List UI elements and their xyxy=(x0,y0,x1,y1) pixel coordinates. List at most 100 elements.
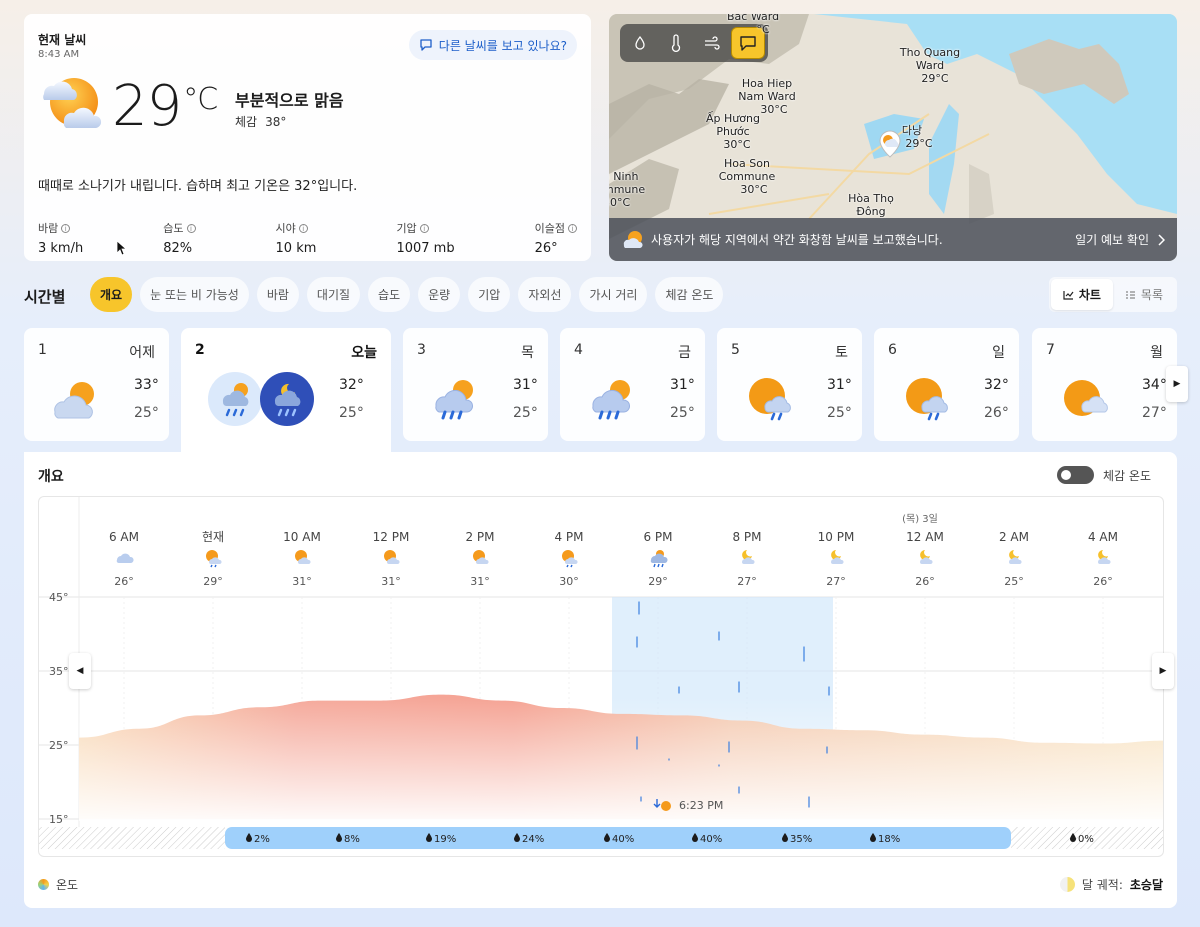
day-low: 25° xyxy=(339,405,364,421)
hour-temp: 26° xyxy=(1093,575,1113,588)
day-card[interactable]: 3 목 31° 25° xyxy=(403,328,548,441)
hour-temp: 29° xyxy=(648,575,668,588)
tab-wind[interactable]: 바람 xyxy=(256,277,299,312)
day-low: 25° xyxy=(134,405,159,421)
day-number: 4 xyxy=(574,342,583,358)
info-icon[interactable]: i xyxy=(186,223,196,233)
cloud-shape xyxy=(650,553,668,564)
chat-bubble-icon xyxy=(420,39,432,51)
moon-icon xyxy=(1059,877,1075,892)
location-pin-icon[interactable] xyxy=(875,129,905,159)
tab-humidity[interactable]: 습도 xyxy=(368,277,411,312)
current-temperature: 29 °C xyxy=(112,74,218,139)
rain-shape xyxy=(210,564,217,568)
map-place-label[interactable]: Bac Ward °C xyxy=(727,14,779,36)
day-low: 26° xyxy=(984,405,1009,421)
hour-temp: 31° xyxy=(381,575,401,588)
chart-prev-button[interactable]: ◀ xyxy=(69,653,91,689)
hour-label: 현재 xyxy=(202,530,224,544)
stat-label: 습도 xyxy=(163,222,184,235)
feels-like-toggle[interactable]: 체감 온도 xyxy=(1057,466,1151,484)
stat-visibility[interactable]: 시야 i 10 km xyxy=(276,220,317,256)
map-place-label[interactable]: Hòa Thọ Đông xyxy=(841,192,901,218)
day-high: 32° xyxy=(984,377,1009,393)
y-axis-ticks: 45° 35° 25° 15° xyxy=(49,591,69,826)
info-icon[interactable]: i xyxy=(419,223,429,233)
chart-icon xyxy=(1063,290,1074,300)
day-card[interactable]: 5 토 31° 25° xyxy=(717,328,862,441)
hour-weather-icon xyxy=(1009,550,1022,564)
stat-pressure[interactable]: 기압 i 1007 mb xyxy=(396,220,454,256)
tab-feels-like[interactable]: 체감 온도 xyxy=(655,277,724,312)
chart-view-button[interactable]: 차트 xyxy=(1050,279,1113,310)
partly-cloudy-icon xyxy=(623,230,643,248)
temperature-chart[interactable]: (목) 3일 6 AM 26° 현재 29° 10 AM 31° 12 PM 31° 2 PM 31… xyxy=(38,496,1164,857)
info-icon[interactable]: i xyxy=(567,223,577,233)
map-place-label[interactable]: Tho Quang Ward 29°C xyxy=(895,46,965,85)
info-icon[interactable]: i xyxy=(298,223,308,233)
tab-overview[interactable]: 개요 xyxy=(90,277,133,312)
tab-uv[interactable]: 자외선 xyxy=(518,277,572,312)
hour-label: 10 AM xyxy=(283,530,321,544)
precipitation-layer-button[interactable] xyxy=(623,27,657,59)
wind-layer-button[interactable] xyxy=(695,27,729,59)
day-name: 토 xyxy=(835,345,848,361)
feels-like-toggle-label: 체감 온도 xyxy=(1103,468,1151,483)
hour-label: 8 PM xyxy=(732,530,761,544)
user-report-banner[interactable]: 사용자가 해당 지역에서 약간 화창함 날씨를 보고했습니다. 일기 예보 확인 xyxy=(609,218,1177,261)
temperature-layer-button[interactable] xyxy=(659,27,693,59)
rain-sun-icon xyxy=(592,380,630,420)
hour-label: 2 AM xyxy=(999,530,1029,544)
hour-temp: 29° xyxy=(203,575,223,588)
cloud-shape xyxy=(116,553,134,564)
tab-precipitation[interactable]: 눈 또는 비 가능성 xyxy=(140,277,249,312)
hour-temp: 27° xyxy=(826,575,846,588)
y-tick-label: 15° xyxy=(49,813,69,826)
info-icon[interactable]: i xyxy=(61,223,71,233)
weather-map[interactable]: Bac Ward °C Tho Quang Ward 29°C Hoa Hiep N… xyxy=(609,14,1177,261)
hour-weather-icon xyxy=(920,550,933,564)
map-place-label[interactable]: Ấp Hương Phước 30°C xyxy=(701,112,765,151)
check-forecast-link[interactable]: 일기 예보 확인 xyxy=(1075,231,1165,248)
report-weather-button[interactable]: 다른 날씨를 보고 있나요? xyxy=(408,30,577,60)
mouse-cursor-icon xyxy=(116,240,128,256)
tab-visibility[interactable]: 가시 거리 xyxy=(579,277,648,312)
day-high: 31° xyxy=(670,377,695,393)
hour-temp: 27° xyxy=(737,575,757,588)
rain-sun-icon xyxy=(435,380,473,420)
stat-dewpoint[interactable]: 이슬점 i 26° xyxy=(535,220,577,256)
hour-label: 4 AM xyxy=(1088,530,1118,544)
day-low: 25° xyxy=(670,405,695,421)
map-place-label[interactable]: Hoa Hiep Nam Ward 30°C xyxy=(735,77,799,116)
chevron-left-icon: ◀ xyxy=(76,666,84,676)
current-weather-title: 현재 날씨 xyxy=(38,33,87,47)
tab-air-quality[interactable]: 대기질 xyxy=(306,277,361,312)
day-number: 1 xyxy=(38,342,47,358)
map-place-label[interactable]: a Ninh mmune30°C xyxy=(609,170,649,209)
precip-label: 40% xyxy=(700,834,722,845)
map-place-label[interactable]: Hoa Son Commune 30°C xyxy=(713,157,781,196)
list-view-button[interactable]: 목록 xyxy=(1113,279,1175,310)
date-marker: (목) 3일 xyxy=(902,513,938,525)
day-card[interactable]: 7 월 34° 27° xyxy=(1032,328,1177,441)
chart-canvas[interactable]: (목) 3일 6 AM 26° 현재 29° 10 AM 31° 12 PM 31° 2 PM 31… xyxy=(39,497,1164,857)
report-weather-label: 다른 날씨를 보고 있나요? xyxy=(438,38,567,53)
tab-pressure[interactable]: 기압 xyxy=(468,277,511,312)
feels-like-label: 체감 xyxy=(235,115,258,129)
chevron-right-icon xyxy=(1158,233,1165,246)
chart-next-button[interactable]: ▶ xyxy=(1152,653,1174,689)
stat-wind[interactable]: 바람 i 3 km/h xyxy=(38,220,83,256)
hour-weather-icon xyxy=(1098,550,1111,564)
day-card-today[interactable]: 2 오늘 32° 25° xyxy=(181,328,391,452)
day-card[interactable]: 4 금 31° 25° xyxy=(560,328,705,441)
stat-humidity[interactable]: 습도 i 82% xyxy=(163,220,196,256)
precip-label: 2% xyxy=(254,834,270,845)
day-card[interactable]: 6 일 32° 26° xyxy=(874,328,1019,441)
precip-label: 0% xyxy=(1078,834,1094,845)
day-card[interactable]: 1 어제 33° 25° xyxy=(24,328,169,441)
precip-label: 19% xyxy=(434,834,456,845)
temperature-unit[interactable]: °C xyxy=(183,82,218,139)
days-next-button[interactable]: ▶ xyxy=(1166,366,1188,402)
tab-cloud-cover[interactable]: 운량 xyxy=(418,277,461,312)
toggle-switch[interactable] xyxy=(1057,466,1095,484)
